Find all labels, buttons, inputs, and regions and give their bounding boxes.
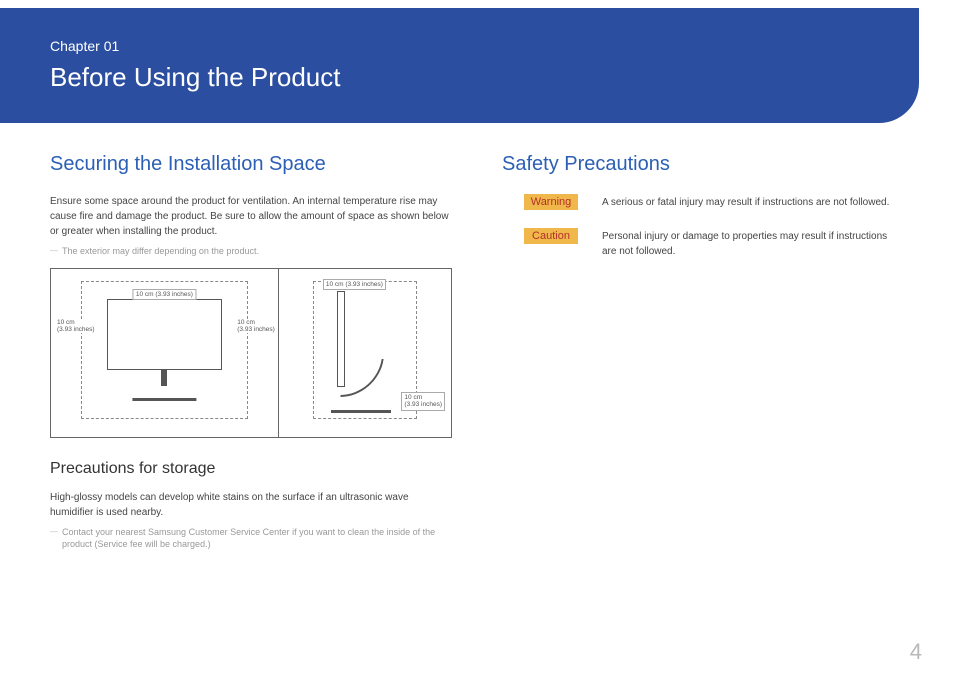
- clearance-diagram: 10 cm (3.93 inches) 10 cm(3.93 inches) 1…: [50, 268, 452, 438]
- caution-text: Personal injury or damage to properties …: [602, 228, 904, 259]
- installation-footnote: The exterior may differ depending on the…: [50, 245, 452, 258]
- content-area: Securing the Installation Space Ensure s…: [0, 123, 954, 561]
- diagram-side-view: 10 cm (3.93 inches) 10 cm(3.93 inches): [279, 269, 451, 437]
- dim-label-left: 10 cm(3.93 inches): [57, 319, 95, 333]
- chapter-label: Chapter 01: [50, 38, 869, 54]
- section-heading-installation: Securing the Installation Space: [50, 153, 452, 176]
- chapter-header: Chapter 01 Before Using the Product: [0, 8, 919, 123]
- warning-row: Warning A serious or fatal injury may re…: [502, 194, 904, 210]
- subsection-heading-storage: Precautions for storage: [50, 460, 452, 478]
- storage-footnote: Contact your nearest Samsung Customer Se…: [50, 526, 452, 551]
- dim-label-side-top: 10 cm (3.93 inches): [323, 279, 386, 290]
- installation-intro-text: Ensure some space around the product for…: [50, 194, 452, 239]
- dim-label-side-right: 10 cm(3.93 inches): [401, 392, 445, 410]
- diagram-front-view: 10 cm (3.93 inches) 10 cm(3.93 inches) 1…: [51, 269, 279, 437]
- monitor-front-icon: [107, 299, 222, 401]
- right-column: Safety Precautions Warning A serious or …: [502, 153, 904, 561]
- monitor-side-icon: [329, 291, 401, 415]
- section-heading-safety: Safety Precautions: [502, 153, 904, 176]
- left-column: Securing the Installation Space Ensure s…: [50, 153, 452, 561]
- warning-text: A serious or fatal injury may result if …: [602, 194, 889, 210]
- storage-body-text: High-glossy models can develop white sta…: [50, 490, 452, 520]
- dim-label-right: 10 cm(3.93 inches): [237, 319, 275, 333]
- page-number: 4: [910, 639, 922, 665]
- chapter-title: Before Using the Product: [50, 62, 869, 93]
- caution-row: Caution Personal injury or damage to pro…: [502, 228, 904, 259]
- warning-badge: Warning: [524, 194, 578, 210]
- dim-label-top: 10 cm (3.93 inches): [133, 289, 196, 300]
- caution-badge: Caution: [524, 228, 578, 244]
